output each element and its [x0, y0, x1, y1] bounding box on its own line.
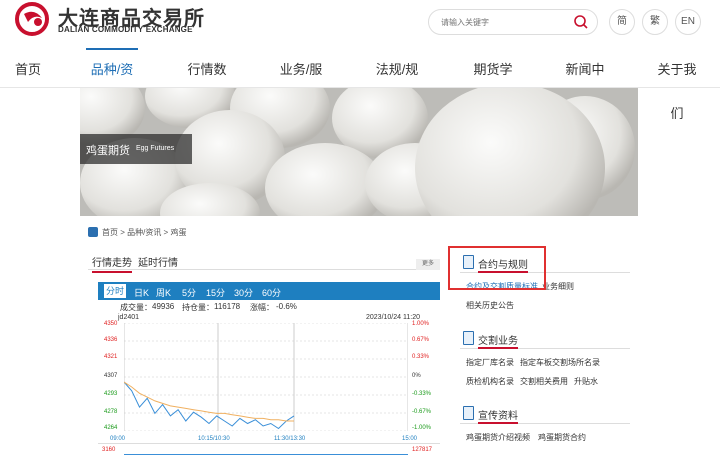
period-15min[interactable]: 15分 [206, 286, 225, 299]
period-intraday[interactable]: 分时 [104, 284, 127, 298]
change-value: -0.6% [276, 302, 297, 311]
x-tick: 11:30/13:30 [274, 436, 306, 442]
search-icon[interactable] [573, 14, 589, 30]
volume-tick-right: 127817 [412, 447, 433, 453]
y-tick-left: 4350 [104, 321, 118, 327]
banner-subtitle: Egg Futures [136, 145, 175, 152]
link-premium-discount[interactable]: 升贴水 [574, 376, 598, 387]
top-header: 大连商品交易所 DALIAN COMMODITY EXCHANGE 简 繁 EN [0, 0, 720, 46]
section-delivery: 交割业务 [460, 331, 630, 349]
nav-item-products[interactable]: 品种/资讯 [86, 48, 138, 121]
section-promo: 宣传资料 [460, 406, 630, 424]
y-tick-right: -0.67% [412, 409, 432, 415]
y-tick-right: 0.33% [412, 354, 430, 360]
section-title[interactable]: 宣传资料 [478, 407, 518, 424]
link-egg-contract[interactable]: 鸡蛋期货合约 [538, 432, 586, 443]
period-30min[interactable]: 30分 [234, 286, 253, 299]
y-tick-left: 4321 [104, 354, 118, 360]
change-label: 涨幅： [250, 303, 274, 312]
market-tabs: 行情走势 延时行情 [88, 250, 440, 273]
volume-value: 49936 [152, 302, 175, 311]
link-historical-notices[interactable]: 相关历史公告 [466, 300, 514, 311]
open-interest-label: 持仓量： [182, 303, 214, 312]
nav-item-academy[interactable]: 期货学苑 [468, 48, 518, 121]
section-title[interactable]: 交割业务 [478, 332, 518, 349]
banner-label: 鸡蛋期货 Egg Futures [80, 134, 192, 164]
nav-item-services[interactable]: 业务/服务 [274, 48, 328, 121]
volume-label: 成交量： [120, 303, 152, 312]
nav-item-rules[interactable]: 法规/规则 [370, 48, 424, 121]
period-60min[interactable]: 60分 [262, 286, 281, 299]
nav-item-news[interactable]: 新闻中心 [560, 48, 610, 121]
tab-delayed[interactable]: 延时行情 [138, 254, 178, 269]
x-tick: 10:15/10:30 [198, 436, 230, 442]
x-tick: 09:00 [110, 436, 126, 442]
nav-item-home[interactable]: 首页 [12, 48, 44, 88]
open-interest-value: 116178 [214, 302, 241, 311]
intraday-price-chart [124, 323, 408, 431]
y-tick-left: 4336 [104, 337, 118, 343]
link-warehouse-list[interactable]: 指定厂库名录 [466, 357, 514, 368]
y-tick-left: 4307 [104, 373, 118, 379]
y-tick-right: 0% [412, 373, 421, 379]
nav-item-about[interactable]: 关于我们 [652, 48, 702, 121]
period-weekly[interactable]: 周K [156, 286, 171, 299]
chart-datetime: 2023/10/24 11:20 [366, 314, 420, 321]
lang-english-button[interactable]: EN [675, 9, 701, 35]
document-icon [463, 406, 474, 420]
breadcrumb[interactable]: 首页 > 品种/资讯 > 鸡蛋 [102, 227, 186, 238]
y-tick-left: 4278 [104, 409, 118, 415]
volume-tick-left: 3160 [102, 447, 116, 453]
logo-subtitle: DALIAN COMMODITY EXCHANGE [58, 25, 193, 34]
y-tick-right: 1.00% [412, 321, 430, 327]
y-tick-left: 4264 [104, 425, 118, 431]
average-line [124, 381, 294, 422]
home-icon[interactable] [88, 227, 98, 237]
search-input[interactable] [441, 15, 561, 30]
lang-traditional-button[interactable]: 繁 [642, 9, 668, 35]
banner-title: 鸡蛋期货 [86, 145, 130, 157]
y-tick-right: -0.33% [412, 391, 432, 397]
link-business-rules[interactable]: 业务细则 [542, 281, 574, 292]
y-tick-right: -1.00% [412, 425, 432, 431]
document-icon [463, 331, 474, 345]
highlight-box [448, 246, 546, 290]
period-daily[interactable]: 日K [134, 286, 149, 299]
link-inspection-list[interactable]: 质检机构名录 [466, 376, 514, 387]
x-tick: 15:00 [402, 436, 418, 442]
link-intro-video[interactable]: 鸡蛋期货介绍视频 [466, 432, 530, 443]
main-nav: 首页 品种/资讯 行情数据 业务/服务 法规/规则 期货学苑 新闻中心 关于我们 [0, 48, 720, 121]
y-tick-right: 0.67% [412, 337, 430, 343]
price-line [124, 381, 295, 430]
link-car-plate-list[interactable]: 指定车板交割场所名录 [520, 357, 600, 368]
period-5min[interactable]: 5分 [182, 286, 196, 299]
contract-symbol: jd2401 [118, 314, 140, 321]
volume-subchart: 3160 127817 [98, 443, 440, 465]
tab-trend[interactable]: 行情走势 [92, 254, 132, 273]
link-delivery-fees[interactable]: 交割相关费用 [520, 376, 568, 387]
search-box [428, 9, 598, 35]
dce-logo-icon[interactable] [14, 2, 54, 36]
nav-item-market-data[interactable]: 行情数据 [182, 48, 232, 121]
period-toolbar: 分时 日K 周K 5分 15分 30分 60分 [98, 282, 440, 300]
more-button[interactable]: 更多 [416, 259, 440, 270]
lang-simplified-button[interactable]: 简 [609, 9, 635, 35]
y-tick-left: 4293 [104, 391, 118, 397]
volume-line [124, 454, 408, 455]
